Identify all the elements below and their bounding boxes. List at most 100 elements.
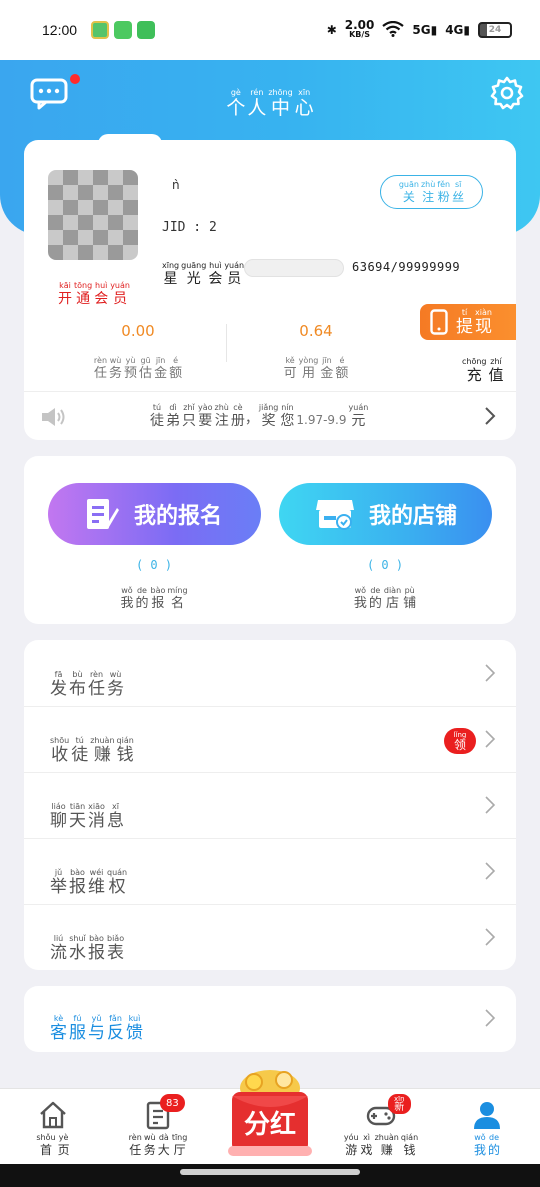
menu-item[interactable]: shōu 收 tú 徒 zhuàn 赚 qián 钱 lǐng 领 [24, 706, 516, 772]
recharge-button[interactable]: chōng 充 zhí 值 [462, 350, 504, 383]
hanzi: 权 [108, 877, 126, 897]
hanzi: 大 [157, 1143, 170, 1157]
pinyin: tú [75, 736, 84, 745]
chevron-right-icon[interactable] [484, 729, 496, 749]
nav-game-earn[interactable]: yóu 游 xì 戏 zhuàn 赚 qián 钱 [336, 1100, 426, 1156]
chevron-right-icon[interactable] [484, 927, 496, 947]
battery-icon: 24 [478, 22, 512, 38]
chevron-right-icon[interactable] [484, 861, 496, 881]
avatar[interactable] [48, 170, 138, 260]
ruby-char: xì 戏 [361, 1134, 373, 1157]
menu-item[interactable]: fā 发 bù 布 rèn 任 wù 务 [24, 640, 516, 706]
chevron-right-icon[interactable] [484, 795, 496, 815]
ruby-char: shǒu 首 [36, 1133, 56, 1157]
ruby-char: bào 报 [69, 869, 86, 896]
ruby-char: shuǐ 水 [69, 935, 86, 962]
ruby-char: jīn 金 [320, 357, 333, 381]
hanzi: 开 [58, 291, 72, 307]
hanzi: 钱 [403, 1143, 416, 1157]
pinyin: wǒ [474, 1133, 486, 1142]
ruby-char: chōng 充 [462, 358, 487, 383]
invite-notice[interactable]: tú 徒 dì 弟 zhǐ 只 yào 要 zhù 注 cè 册 ， jiǎng 奖 nín 您 1.97-… [150, 403, 368, 429]
pinyin: rén [250, 88, 264, 97]
dividend-label[interactable]: 分红 [226, 1104, 314, 1141]
nav-mine[interactable]: wǒ 我 de 的 [442, 1100, 532, 1156]
pinyin: é [173, 356, 179, 365]
hanzi: 徒 [150, 413, 164, 429]
hanzi: 册 [230, 413, 245, 429]
pinyin: kuì [128, 1014, 141, 1023]
ruby-char: wù 务 [109, 357, 123, 381]
customer-service-label[interactable]: kè 客 fú 服 yǔ 与 fǎn 反 kuì 馈 [50, 1006, 143, 1042]
pinyin: zhù [214, 403, 229, 412]
chevron-right-icon[interactable] [484, 406, 496, 426]
my-shop-button[interactable]: 我的店铺 [279, 483, 492, 545]
hanzi: 心 [294, 97, 314, 119]
chevron-right-icon[interactable] [484, 663, 496, 683]
pinyin: yòng [298, 356, 319, 365]
ruby-char: biǎo 表 [107, 935, 124, 962]
signup-count-label: wǒ 我 de 的 bào 报 míng 名 [54, 582, 254, 611]
ruby-char: de 的 [369, 587, 382, 611]
menu-item[interactable]: liú 流 shuǐ 水 bào 报 biǎo 表 [24, 904, 516, 970]
hanzi: 与 [88, 1023, 105, 1043]
system-nav-area [0, 1164, 540, 1187]
menu-item[interactable]: jǔ 举 bào 报 wéi 维 quán 权 [24, 838, 516, 904]
menu-item-label: fā 发 bù 布 rèn 任 wù 务 [50, 662, 124, 698]
ruby-char: jiǎng 奖 [258, 403, 279, 429]
nickname: ǹ [172, 178, 180, 192]
hanzi: 流 [50, 943, 67, 963]
pinyin: gè [230, 88, 241, 97]
hanzi: 举 [50, 877, 67, 897]
pinyin: xī [112, 802, 119, 811]
hanzi: 充 [466, 366, 482, 384]
pinyin: zhuàn [90, 736, 115, 745]
pinyin: jiǎng [258, 403, 279, 412]
hanzi: 我 [120, 596, 134, 611]
app-notification-icon [91, 21, 110, 39]
pinyin: biǎo [107, 934, 125, 943]
ruby-char: fěn 粉 [437, 181, 450, 204]
hanzi: 务 [143, 1143, 156, 1157]
hanzi: 赚 [380, 1143, 393, 1157]
hanzi: 务 [109, 366, 123, 381]
open-membership-link[interactable]: kāi 开 tōng 通 huì 会 yuán 员 [58, 276, 130, 307]
hanzi: 维 [88, 877, 105, 897]
hanzi: 任 [88, 679, 105, 699]
menu-item[interactable]: liáo 聊 tiān 天 xiāo 消 xī 息 [24, 772, 516, 838]
hanzi: 员 [113, 291, 128, 307]
hanzi: 元 [351, 413, 366, 429]
ruby-char: xīn 心 [295, 89, 314, 118]
nav-home[interactable]: shǒu 首 yè 页 [8, 1100, 98, 1156]
pinyin: dà [158, 1133, 169, 1142]
pinyin: yóu [343, 1133, 359, 1142]
nav-task-hall[interactable]: rèn 任 wù 务 dà 大 tīng 厅 [113, 1100, 203, 1156]
notice-separator: ， [244, 411, 259, 427]
hanzi: 客 [50, 1023, 67, 1043]
pinyin: yù [125, 356, 136, 365]
ruby-char: qián 钱 [401, 1134, 418, 1157]
pinyin: wù [109, 670, 122, 679]
pinyin: é [339, 356, 345, 365]
pinyin: shǒu [36, 1133, 56, 1142]
ruby-char: diàn 店 [384, 587, 401, 611]
hanzi: 的 [135, 596, 149, 611]
home-icon [40, 1101, 66, 1129]
shop-count-label: wǒ 我 de 的 diàn 店 pù 铺 [285, 582, 485, 611]
pinyin: dì [169, 403, 177, 412]
pinyin: wǒ [121, 586, 133, 595]
my-signup-button[interactable]: 我的报名 [48, 483, 261, 545]
hanzi: 钱 [116, 745, 134, 765]
follow-fans-button[interactable]: guān 关 zhù 注 fěn 粉 sī 丝 [380, 175, 483, 209]
hanzi: 光 [186, 271, 201, 287]
withdraw-button[interactable]: tí 提 xiàn 现 [420, 304, 516, 340]
chevron-right-icon[interactable] [484, 1008, 496, 1028]
hanzi: 页 [57, 1143, 70, 1157]
pinyin: yè [58, 1133, 69, 1142]
hanzi: 我 [473, 1143, 486, 1157]
ruby-char: cè 册 [230, 404, 245, 429]
pinyin: pù [404, 586, 415, 595]
home-indicator[interactable] [180, 1169, 360, 1175]
claim-badge[interactable]: lǐng 领 [444, 728, 476, 754]
ruby-char: wǒ 我 [473, 1133, 486, 1157]
